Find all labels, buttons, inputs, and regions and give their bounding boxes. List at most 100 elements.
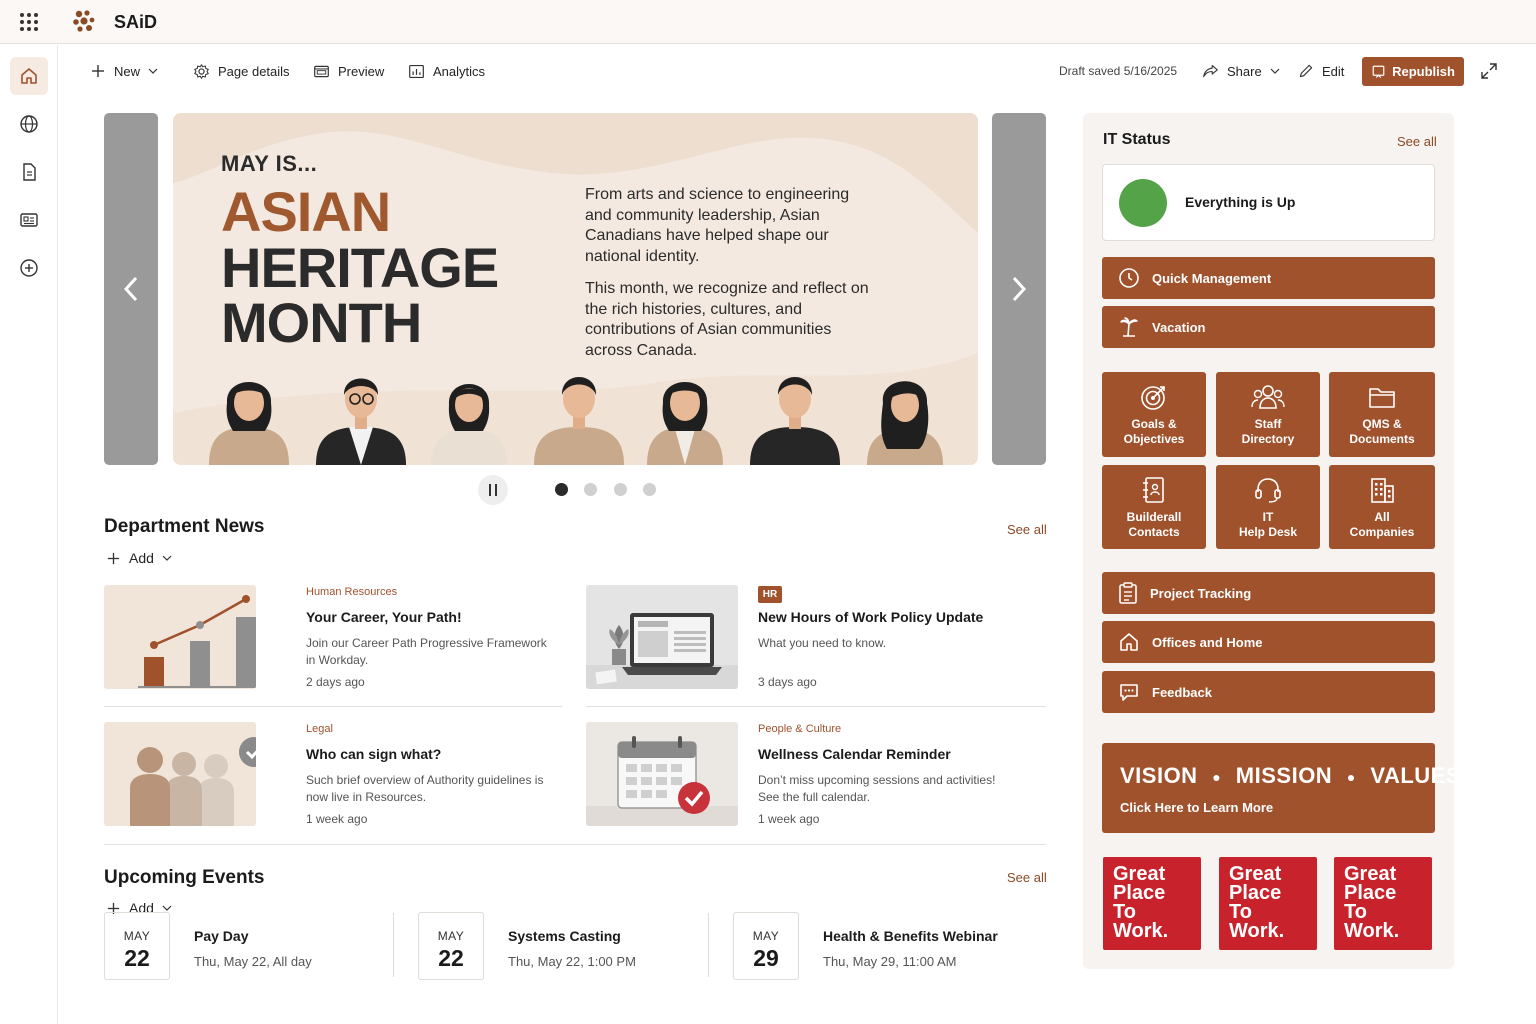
carousel-prev-button[interactable] xyxy=(104,113,158,465)
tile-qms-documents[interactable]: QMS & Documents xyxy=(1329,372,1435,457)
event-item[interactable]: MAY 22 Systems Casting Thu, May 22, 1:00… xyxy=(418,912,698,982)
news-category[interactable]: People & Culture xyxy=(758,723,841,735)
signers-thumbnail xyxy=(104,722,256,826)
news-add-button[interactable]: Add xyxy=(106,550,172,566)
event-time: Thu, May 22, 1:00 PM xyxy=(508,954,636,969)
it-status-card[interactable]: Everything is Up xyxy=(1102,164,1435,241)
clock-icon xyxy=(1119,268,1139,288)
carousel-dot-3[interactable] xyxy=(614,483,627,496)
publish-icon xyxy=(1372,65,1385,78)
vacation-button[interactable]: Vacation xyxy=(1102,306,1435,348)
event-time: Thu, May 29, 11:00 AM xyxy=(823,954,957,969)
project-tracking-button[interactable]: Project Tracking xyxy=(1102,572,1435,614)
quick-management-button[interactable]: Quick Management xyxy=(1102,257,1435,299)
gptw-line4: Work. xyxy=(1113,920,1169,942)
laptop-thumbnail xyxy=(586,585,738,689)
event-item[interactable]: MAY 29 Health & Benefits Webinar Thu, Ma… xyxy=(733,912,1033,982)
tile-staff-directory[interactable]: Staff Directory xyxy=(1216,372,1320,457)
share-label: Share xyxy=(1227,63,1262,79)
event-date-box: MAY 29 xyxy=(733,912,799,980)
event-day: 22 xyxy=(438,945,464,971)
carousel-dot-2[interactable] xyxy=(584,483,597,496)
news-item[interactable]: Human Resources Your Career, Your Path! … xyxy=(104,585,564,691)
event-month: MAY xyxy=(123,929,151,943)
vision-mission-values-banner[interactable]: VISION ● MISSION ● VALUES Click Here to … xyxy=(1102,743,1461,833)
vmv-title: VISION ● MISSION ● VALUES xyxy=(1120,763,1462,788)
chevron-down-icon xyxy=(148,68,158,74)
page-details-button[interactable]: Page details xyxy=(193,53,290,89)
event-date-box: MAY 22 xyxy=(418,912,484,980)
news-time: 1 week ago xyxy=(758,812,820,826)
event-title[interactable]: Health & Benefits Webinar xyxy=(823,928,998,944)
tile-all-companies[interactable]: All Companies xyxy=(1329,465,1435,549)
hero-paragraph-1: From arts and science to engineering and… xyxy=(585,186,850,265)
republish-button[interactable]: Republish xyxy=(1362,57,1464,86)
news-item[interactable]: HR New Hours of Work Policy Update What … xyxy=(586,585,1046,691)
analytics-button[interactable]: Analytics xyxy=(408,53,485,89)
news-time: 1 week ago xyxy=(306,812,368,826)
status-indicator xyxy=(1119,179,1167,227)
carousel-dot-4[interactable] xyxy=(643,483,656,496)
news-item[interactable]: Legal Who can sign what? Such brief over… xyxy=(104,722,564,828)
carousel-pause-button[interactable] xyxy=(478,475,508,505)
feedback-label: Feedback xyxy=(1152,684,1212,700)
carousel-dot-1[interactable] xyxy=(555,483,568,496)
great-place-to-work-badge[interactable]: Great Place To Work. xyxy=(1334,857,1432,950)
tile-goals-objectives[interactable]: Goals & Objectives xyxy=(1102,372,1206,457)
news-title[interactable]: Who can sign what? xyxy=(306,746,441,762)
great-place-to-work-badge[interactable]: Great Place To Work. xyxy=(1103,857,1201,950)
news-category[interactable]: Legal xyxy=(306,723,333,735)
new-button[interactable]: New xyxy=(90,53,158,89)
share-icon xyxy=(1203,64,1218,77)
hero-kicker: MAY IS... xyxy=(221,151,318,176)
home-icon[interactable] xyxy=(10,57,48,95)
news-icon[interactable] xyxy=(10,201,48,239)
vacation-label: Vacation xyxy=(1152,319,1206,335)
hero-slide[interactable]: MAY IS... ASIAN HERITAGE MONTH From arts… xyxy=(173,113,978,465)
news-description: Don’t miss upcoming sessions and activit… xyxy=(758,773,996,804)
tile-line1: Staff xyxy=(1254,417,1282,431)
great-place-to-work-badge[interactable]: Great Place To Work. xyxy=(1219,857,1317,950)
news-see-all-link[interactable]: See all xyxy=(1007,522,1047,537)
news-item[interactable]: People & Culture Wellness Calendar Remin… xyxy=(586,722,1046,828)
chat-bubble-icon xyxy=(1120,684,1138,701)
news-description: What you need to know. xyxy=(758,636,887,650)
news-title[interactable]: New Hours of Work Policy Update xyxy=(758,609,983,625)
chevron-right-icon xyxy=(1012,276,1027,302)
hero-title-line3: MONTH xyxy=(221,291,422,354)
site-brand-name[interactable]: SAiD xyxy=(114,12,157,33)
carousel-next-button[interactable] xyxy=(992,113,1046,465)
app-launcher-icon[interactable] xyxy=(19,12,39,32)
tile-line1: QMS & xyxy=(1362,417,1402,431)
hr-badge: HR xyxy=(758,586,782,603)
document-icon[interactable] xyxy=(10,153,48,191)
news-description: Such brief overview of Authority guideli… xyxy=(306,773,544,804)
chevron-down-icon xyxy=(1270,68,1280,74)
tile-builderall-contacts[interactable]: Builderall Contacts xyxy=(1102,465,1206,549)
feedback-button[interactable]: Feedback xyxy=(1102,671,1435,713)
add-icon[interactable] xyxy=(10,249,48,287)
site-logo-icon[interactable] xyxy=(70,9,98,35)
edit-button[interactable]: Edit xyxy=(1298,53,1344,89)
events-see-all-link[interactable]: See all xyxy=(1007,870,1047,885)
event-title[interactable]: Pay Day xyxy=(194,928,248,944)
share-button[interactable]: Share xyxy=(1202,53,1280,89)
news-category[interactable]: Human Resources xyxy=(306,586,397,598)
globe-icon[interactable] xyxy=(10,105,48,143)
news-title[interactable]: Your Career, Your Path! xyxy=(306,609,462,625)
it-status-see-all-link[interactable]: See all xyxy=(1397,134,1437,149)
vmv-word-mission: MISSION xyxy=(1235,763,1333,788)
event-item[interactable]: MAY 22 Pay Day Thu, May 22, All day xyxy=(104,912,384,982)
target-icon xyxy=(1141,386,1165,410)
preview-button[interactable]: Preview xyxy=(313,53,384,89)
events-section-title: Upcoming Events xyxy=(104,867,265,888)
career-chart-thumbnail xyxy=(104,585,256,689)
event-title[interactable]: Systems Casting xyxy=(508,928,621,944)
gptw-line4: Work. xyxy=(1344,920,1400,942)
contact-book-icon xyxy=(1143,477,1164,503)
tile-it-help-desk[interactable]: IT Help Desk xyxy=(1216,465,1320,549)
news-title[interactable]: Wellness Calendar Reminder xyxy=(758,746,951,762)
event-month: MAY xyxy=(437,929,465,943)
offices-home-button[interactable]: Offices and Home xyxy=(1102,621,1435,663)
expand-icon[interactable] xyxy=(1480,62,1498,80)
